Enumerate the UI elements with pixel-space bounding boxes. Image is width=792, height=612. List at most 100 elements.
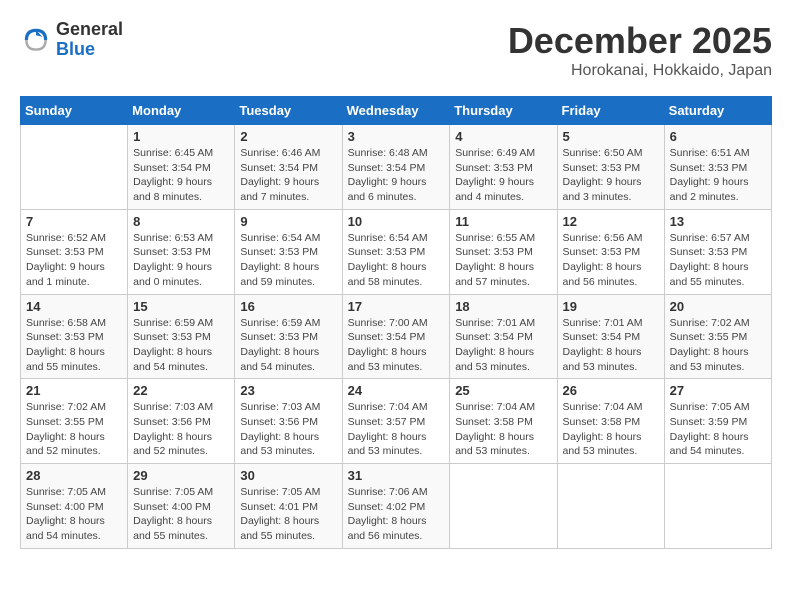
day-number: 2 [240, 129, 336, 144]
day-number: 30 [240, 468, 336, 483]
day-number: 13 [670, 214, 766, 229]
month-title: December 2025 [508, 20, 772, 62]
calendar-cell [21, 125, 128, 210]
weekday-header-saturday: Saturday [664, 97, 771, 125]
day-info: Sunrise: 6:57 AM Sunset: 3:53 PM Dayligh… [670, 231, 766, 290]
calendar-week-row: 14Sunrise: 6:58 AM Sunset: 3:53 PM Dayli… [21, 294, 772, 379]
calendar-cell: 5Sunrise: 6:50 AM Sunset: 3:53 PM Daylig… [557, 125, 664, 210]
logo: General Blue [20, 20, 123, 60]
calendar-table: SundayMondayTuesdayWednesdayThursdayFrid… [20, 96, 772, 549]
calendar-cell: 14Sunrise: 6:58 AM Sunset: 3:53 PM Dayli… [21, 294, 128, 379]
day-info: Sunrise: 6:55 AM Sunset: 3:53 PM Dayligh… [455, 231, 551, 290]
day-info: Sunrise: 6:52 AM Sunset: 3:53 PM Dayligh… [26, 231, 122, 290]
day-number: 12 [563, 214, 659, 229]
calendar-cell: 29 Sunrise: 7:05 AM Sunset: 4:00 PM Dayli… [128, 464, 235, 549]
calendar-cell: 11 Sunrise: 6:55 AM Sunset: 3:53 PM Dayli… [450, 209, 557, 294]
calendar-week-row: 7 Sunrise: 6:52 AM Sunset: 3:53 PM Daylig… [21, 209, 772, 294]
day-number: 28 [26, 468, 122, 483]
day-number: 20 [670, 299, 766, 314]
calendar-cell: 27Sunrise: 7:05 AM Sunset: 3:59 PM Dayli… [664, 379, 771, 464]
day-info: Sunrise: 7:04 AM Sunset: 3:58 PM Dayligh… [563, 400, 659, 459]
calendar-cell: 15 Sunrise: 6:59 AM Sunset: 3:53 PM Dayli… [128, 294, 235, 379]
day-info: Sunrise: 6:58 AM Sunset: 3:53 PM Dayligh… [26, 316, 122, 375]
calendar-cell: 22Sunrise: 7:03 AM Sunset: 3:56 PM Dayli… [128, 379, 235, 464]
day-number: 18 [455, 299, 551, 314]
day-number: 1 [133, 129, 229, 144]
calendar-week-row: 21Sunrise: 7:02 AM Sunset: 3:55 PM Dayli… [21, 379, 772, 464]
day-info: Sunrise: 7:02 AM Sunset: 3:55 PM Dayligh… [670, 316, 766, 375]
calendar-cell: 6 Sunrise: 6:51 AM Sunset: 3:53 PM Daylig… [664, 125, 771, 210]
day-number: 27 [670, 383, 766, 398]
calendar-cell: 30 Sunrise: 7:05 AM Sunset: 4:01 PM Dayli… [235, 464, 342, 549]
day-number: 7 [26, 214, 122, 229]
day-number: 11 [455, 214, 551, 229]
day-number: 10 [348, 214, 445, 229]
day-info: Sunrise: 6:59 AM Sunset: 3:53 PM Dayligh… [133, 316, 229, 375]
day-number: 29 [133, 468, 229, 483]
calendar-cell: 18Sunrise: 7:01 AM Sunset: 3:54 PM Dayli… [450, 294, 557, 379]
calendar-week-row: 28 Sunrise: 7:05 AM Sunset: 4:00 PM Dayli… [21, 464, 772, 549]
day-info: Sunrise: 7:05 AM Sunset: 4:00 PM Dayligh… [26, 485, 122, 544]
day-number: 16 [240, 299, 336, 314]
location-subtitle: Horokanai, Hokkaido, Japan [508, 62, 772, 80]
day-info: Sunrise: 6:45 AM Sunset: 3:54 PM Dayligh… [133, 146, 229, 205]
day-number: 5 [563, 129, 659, 144]
day-info: Sunrise: 6:53 AM Sunset: 3:53 PM Dayligh… [133, 231, 229, 290]
logo-icon [20, 24, 52, 56]
calendar-cell: 2 Sunrise: 6:46 AM Sunset: 3:54 PM Daylig… [235, 125, 342, 210]
day-info: Sunrise: 7:05 AM Sunset: 4:00 PM Dayligh… [133, 485, 229, 544]
day-info: Sunrise: 7:03 AM Sunset: 3:56 PM Dayligh… [240, 400, 336, 459]
calendar-cell: 16Sunrise: 6:59 AM Sunset: 3:53 PM Dayli… [235, 294, 342, 379]
day-number: 23 [240, 383, 336, 398]
calendar-cell: 17Sunrise: 7:00 AM Sunset: 3:54 PM Dayli… [342, 294, 450, 379]
day-info: Sunrise: 6:51 AM Sunset: 3:53 PM Dayligh… [670, 146, 766, 205]
day-number: 6 [670, 129, 766, 144]
logo-blue: Blue [56, 39, 95, 59]
weekday-header-tuesday: Tuesday [235, 97, 342, 125]
day-info: Sunrise: 6:54 AM Sunset: 3:53 PM Dayligh… [240, 231, 336, 290]
day-info: Sunrise: 6:54 AM Sunset: 3:53 PM Dayligh… [348, 231, 445, 290]
day-info: Sunrise: 7:02 AM Sunset: 3:55 PM Dayligh… [26, 400, 122, 459]
calendar-cell: 26 Sunrise: 7:04 AM Sunset: 3:58 PM Dayli… [557, 379, 664, 464]
calendar-cell: 31 Sunrise: 7:06 AM Sunset: 4:02 PM Dayli… [342, 464, 450, 549]
day-info: Sunrise: 6:46 AM Sunset: 3:54 PM Dayligh… [240, 146, 336, 205]
calendar-cell: 24Sunrise: 7:04 AM Sunset: 3:57 PM Dayli… [342, 379, 450, 464]
logo-text: General Blue [56, 20, 123, 60]
calendar-cell: 9Sunrise: 6:54 AM Sunset: 3:53 PM Daylig… [235, 209, 342, 294]
weekday-header-thursday: Thursday [450, 97, 557, 125]
weekday-header-monday: Monday [128, 97, 235, 125]
calendar-cell: 1 Sunrise: 6:45 AM Sunset: 3:54 PM Daylig… [128, 125, 235, 210]
calendar-week-row: 1 Sunrise: 6:45 AM Sunset: 3:54 PM Daylig… [21, 125, 772, 210]
weekday-header-row: SundayMondayTuesdayWednesdayThursdayFrid… [21, 97, 772, 125]
calendar-cell: 12 Sunrise: 6:56 AM Sunset: 3:53 PM Dayli… [557, 209, 664, 294]
calendar-cell: 19Sunrise: 7:01 AM Sunset: 3:54 PM Dayli… [557, 294, 664, 379]
calendar-cell: 23 Sunrise: 7:03 AM Sunset: 3:56 PM Dayli… [235, 379, 342, 464]
calendar-cell: 13 Sunrise: 6:57 AM Sunset: 3:53 PM Dayli… [664, 209, 771, 294]
day-number: 15 [133, 299, 229, 314]
calendar-cell: 25Sunrise: 7:04 AM Sunset: 3:58 PM Dayli… [450, 379, 557, 464]
calendar-cell [450, 464, 557, 549]
calendar-cell [557, 464, 664, 549]
calendar-cell: 20 Sunrise: 7:02 AM Sunset: 3:55 PM Dayli… [664, 294, 771, 379]
day-info: Sunrise: 7:05 AM Sunset: 4:01 PM Dayligh… [240, 485, 336, 544]
day-info: Sunrise: 7:01 AM Sunset: 3:54 PM Dayligh… [563, 316, 659, 375]
day-info: Sunrise: 7:04 AM Sunset: 3:58 PM Dayligh… [455, 400, 551, 459]
day-info: Sunrise: 6:56 AM Sunset: 3:53 PM Dayligh… [563, 231, 659, 290]
day-number: 31 [348, 468, 445, 483]
day-info: Sunrise: 7:06 AM Sunset: 4:02 PM Dayligh… [348, 485, 445, 544]
weekday-header-friday: Friday [557, 97, 664, 125]
calendar-cell: 28 Sunrise: 7:05 AM Sunset: 4:00 PM Dayli… [21, 464, 128, 549]
day-number: 4 [455, 129, 551, 144]
calendar-cell: 7 Sunrise: 6:52 AM Sunset: 3:53 PM Daylig… [21, 209, 128, 294]
day-info: Sunrise: 7:00 AM Sunset: 3:54 PM Dayligh… [348, 316, 445, 375]
page-header: General Blue December 2025 Horokanai, Ho… [20, 20, 772, 80]
calendar-cell: 8Sunrise: 6:53 AM Sunset: 3:53 PM Daylig… [128, 209, 235, 294]
weekday-header-wednesday: Wednesday [342, 97, 450, 125]
calendar-cell: 3Sunrise: 6:48 AM Sunset: 3:54 PM Daylig… [342, 125, 450, 210]
day-number: 26 [563, 383, 659, 398]
weekday-header-sunday: Sunday [21, 97, 128, 125]
day-info: Sunrise: 6:49 AM Sunset: 3:53 PM Dayligh… [455, 146, 551, 205]
calendar-cell: 21Sunrise: 7:02 AM Sunset: 3:55 PM Dayli… [21, 379, 128, 464]
calendar-cell: 4 Sunrise: 6:49 AM Sunset: 3:53 PM Daylig… [450, 125, 557, 210]
day-info: Sunrise: 7:03 AM Sunset: 3:56 PM Dayligh… [133, 400, 229, 459]
